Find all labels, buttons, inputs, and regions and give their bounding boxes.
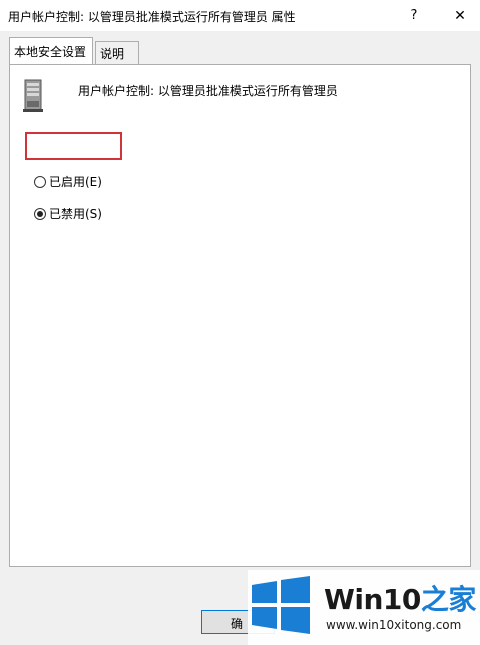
disabled-label[interactable]: 已禁用(S): [49, 205, 102, 222]
window-title: 用户帐户控制: 以管理员批准模式运行所有管理员 属性: [8, 10, 296, 24]
disabled-radio[interactable]: [34, 207, 46, 220]
enabled-option[interactable]: 已启用(E): [34, 173, 102, 190]
tab-explain[interactable]: 说明: [95, 41, 139, 64]
windows-logo-icon: [252, 576, 310, 634]
tab-local-security-setting[interactable]: 本地安全设置: [9, 37, 93, 64]
title-bar: 用户帐户控制: 以管理员批准模式运行所有管理员 属性 ? ✕: [0, 0, 480, 31]
enabled-label[interactable]: 已启用(E): [49, 173, 102, 190]
help-button[interactable]: ?: [402, 0, 426, 31]
watermark-url: www.win10xitong.com: [326, 618, 462, 632]
watermark: Win10之家 www.win10xitong.com: [248, 570, 480, 645]
watermark-brand-suffix: 之家: [420, 583, 477, 616]
policy-name: 用户帐户控制: 以管理员批准模式运行所有管理员: [78, 84, 338, 98]
disabled-option[interactable]: 已禁用(S): [34, 205, 102, 222]
enabled-radio[interactable]: [34, 175, 46, 188]
watermark-brand-prefix: Win10: [324, 583, 421, 616]
server-policy-icon: [23, 79, 43, 112]
watermark-brand: Win10之家: [324, 578, 476, 618]
close-button[interactable]: ✕: [440, 0, 480, 31]
highlight-annotation: [25, 132, 122, 160]
